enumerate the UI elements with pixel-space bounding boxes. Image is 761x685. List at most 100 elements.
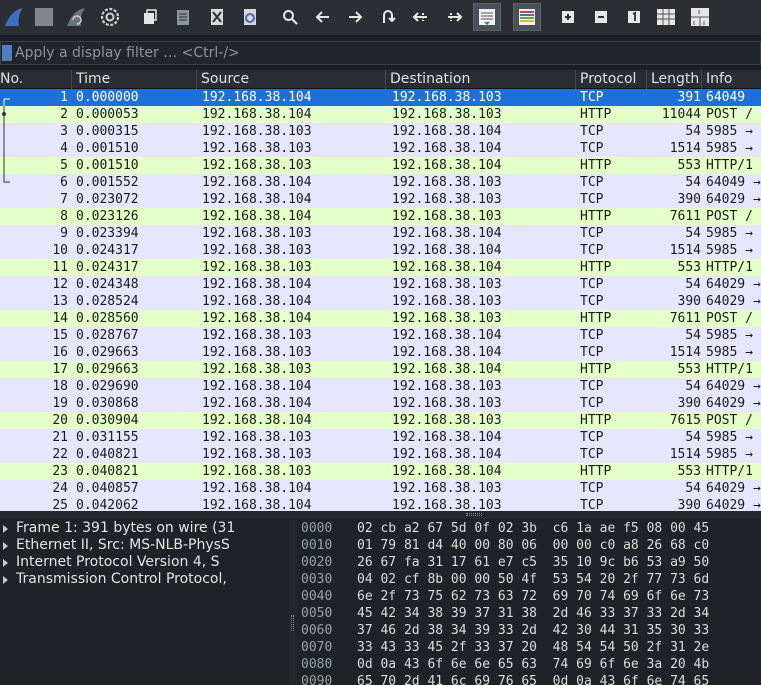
packet-row[interactable]: 14 0.028560 192.168.38.104 192.168.38.103 HT… (0, 310, 761, 327)
column-header-source[interactable]: Source (197, 70, 386, 89)
packet-row[interactable]: 17 0.029663 192.168.38.103 192.168.38.104 HT… (0, 361, 761, 378)
display-filter-bar (0, 41, 761, 65)
find-packet-search-icon[interactable] (276, 3, 304, 31)
go-forward-arrow-icon[interactable] (341, 3, 369, 31)
packet-bytes-layout-icon[interactable] (686, 3, 714, 31)
packet-row[interactable]: 20 0.030904 192.168.38.104 192.168.38.103 HT… (0, 412, 761, 429)
column-header-time[interactable]: Time (72, 70, 197, 89)
packet-row[interactable]: 22 0.040821 192.168.38.103 192.168.38.104 TC… (0, 446, 761, 463)
packet-bytes-pane: 0000 02 cb a2 67 5d 0f 02 3b c6 1a ae f5 … (297, 520, 761, 685)
bytes-hex[interactable]: 6e 2f 73 75 62 73 63 72 69 70 74 69 6f 6… (357, 588, 709, 605)
packet-no: 16 (52, 345, 68, 360)
detail-tree-item[interactable]: Frame 1: 391 bytes on wire (31 (0, 520, 289, 537)
normal-size-icon[interactable] (620, 3, 648, 31)
bytes-hex[interactable]: 02 cb a2 67 5d 0f 02 3b c6 1a ae f5 08 0… (357, 520, 709, 537)
detail-tree-item[interactable]: Transmission Control Protocol, (0, 571, 289, 588)
last-packet-icon[interactable] (440, 3, 468, 31)
packet-info: POST / (706, 413, 753, 428)
go-to-packet-icon[interactable] (374, 3, 402, 31)
expand-arrow-icon[interactable] (3, 542, 8, 550)
detail-tree-item[interactable]: Ethernet II, Src: MS-NLB-PhysS (0, 537, 289, 554)
bytes-hex[interactable]: 04 02 cf 8b 00 00 50 4f 53 54 20 2f 77 7… (357, 571, 709, 588)
packet-row[interactable]: 7 0.023072 192.168.38.104 192.168.38.103 TCP… (0, 191, 761, 208)
bookmark-filter-icon[interactable] (2, 45, 12, 61)
packet-destination: 192.168.38.103 (392, 396, 502, 411)
packet-length: 553 (677, 362, 701, 377)
bytes-row: 0070 33 43 33 45 2f 33 37 20 48 54 54 50 … (297, 639, 761, 656)
open-file-icon[interactable] (136, 3, 164, 31)
packet-row[interactable]: 23 0.040821 192.168.38.103 192.168.38.104 HT… (0, 463, 761, 480)
zoom-in-icon[interactable] (554, 3, 582, 31)
bytes-hex[interactable]: 65 70 2d 41 6c 69 76 65 0d 0a 43 6f 6e 7… (357, 673, 709, 685)
conversation-bracket-icon (3, 157, 5, 174)
display-filter-input[interactable] (15, 43, 755, 63)
packet-row[interactable]: 5 0.001510 192.168.38.103 192.168.38.104 HTT… (0, 157, 761, 174)
packet-no: 13 (52, 294, 68, 309)
packet-row[interactable]: 15 0.028767 192.168.38.103 192.168.38.104 TC… (0, 327, 761, 344)
packet-row[interactable]: 2 0.000053 192.168.38.104 192.168.38.103 HTT… (0, 106, 761, 123)
detail-tree-item[interactable]: Internet Protocol Version 4, S (0, 554, 289, 571)
zoom-out-icon[interactable] (587, 3, 615, 31)
expand-arrow-icon[interactable] (3, 576, 8, 584)
packet-row[interactable]: 11 0.024317 192.168.38.103 192.168.38.104 HT… (0, 259, 761, 276)
stop-capture-icon[interactable] (30, 3, 58, 31)
detail-label: Frame 1: 391 bytes on wire (31 (16, 520, 236, 536)
bytes-hex[interactable]: 01 79 81 d4 40 00 80 06 00 00 c0 a8 26 6… (357, 537, 709, 554)
packet-length: 390 (677, 498, 701, 511)
go-back-arrow-icon[interactable] (309, 3, 337, 31)
packet-row[interactable]: 1 0.000000 192.168.38.104 192.168.38.103 TCP… (0, 89, 761, 106)
column-header-protocol[interactable]: Protocol (576, 70, 647, 89)
packet-row[interactable]: 6 0.001552 192.168.38.104 192.168.38.103 TCP… (0, 174, 761, 191)
first-packet-icon[interactable] (407, 3, 435, 31)
packet-row[interactable]: 24 0.040857 192.168.38.104 192.168.38.103 TC… (0, 480, 761, 497)
auto-scroll-icon[interactable] (473, 3, 501, 31)
column-header-destination[interactable]: Destination (386, 70, 576, 89)
packet-row[interactable]: 21 0.031155 192.168.38.103 192.168.38.104 TC… (0, 429, 761, 446)
packet-time: 0.023072 (76, 192, 139, 207)
packet-no: 9 (60, 226, 68, 241)
colorize-list-icon[interactable] (513, 3, 541, 31)
capture-options-gear-icon[interactable] (96, 3, 124, 31)
packet-time: 0.024348 (76, 277, 139, 292)
reload-file-icon[interactable] (236, 3, 264, 31)
packet-row[interactable]: 19 0.030868 192.168.38.104 192.168.38.103 TC… (0, 395, 761, 412)
packet-row[interactable]: 13 0.028524 192.168.38.104 192.168.38.103 TC… (0, 293, 761, 310)
expand-arrow-icon[interactable] (3, 525, 8, 533)
packet-row[interactable]: 9 0.023394 192.168.38.103 192.168.38.104 TCP… (0, 225, 761, 242)
save-file-icon[interactable] (169, 3, 197, 31)
start-capture-fin-icon[interactable] (0, 3, 28, 31)
bytes-offset: 0070 (301, 640, 333, 655)
packet-protocol: TCP (580, 90, 604, 105)
packet-protocol: TCP (580, 396, 604, 411)
packet-source: 192.168.38.103 (202, 260, 312, 275)
horizontal-splitter[interactable] (0, 511, 761, 519)
packet-no: 22 (52, 447, 68, 462)
column-header-no[interactable]: No. (0, 70, 72, 89)
vertical-splitter[interactable] (289, 520, 297, 685)
packet-row[interactable]: 10 0.024317 192.168.38.103 192.168.38.104 TC… (0, 242, 761, 259)
packet-info: 5985 → (706, 447, 753, 462)
bytes-hex[interactable]: 37 46 2d 38 34 39 33 2d 42 30 44 31 35 3… (357, 622, 709, 639)
packet-protocol: TCP (580, 175, 604, 190)
bytes-hex[interactable]: 0d 0a 43 6f 6e 6e 65 63 74 69 6f 6e 3a 2… (357, 656, 709, 673)
column-header-length[interactable]: Length (647, 70, 702, 89)
packet-row[interactable]: 3 0.000315 192.168.38.103 192.168.38.104 TCP… (0, 123, 761, 140)
packet-length: 553 (677, 260, 701, 275)
packet-length: 390 (677, 396, 701, 411)
close-file-icon[interactable] (203, 3, 231, 31)
packet-row[interactable]: 18 0.029690 192.168.38.104 192.168.38.103 TC… (0, 378, 761, 395)
bytes-hex[interactable]: 33 43 33 45 2f 33 37 20 48 54 54 50 2f 3… (357, 639, 709, 656)
expand-arrow-icon[interactable] (3, 559, 8, 567)
packet-row[interactable]: 12 0.024348 192.168.38.104 192.168.38.103 TC… (0, 276, 761, 293)
column-header-info[interactable]: Info (702, 70, 761, 89)
bytes-hex[interactable]: 26 67 fa 31 17 61 e7 c5 35 10 9c b6 53 a… (357, 554, 709, 571)
packet-row[interactable]: 25 0.042062 192.168.38.104 192.168.38.103 TC… (0, 497, 761, 511)
packet-destination: 192.168.38.103 (392, 192, 502, 207)
packet-row[interactable]: 16 0.029663 192.168.38.103 192.168.38.104 TC… (0, 344, 761, 361)
resize-columns-icon[interactable] (652, 3, 680, 31)
packet-length: 1514 (669, 141, 701, 156)
packet-row[interactable]: 4 0.001510 192.168.38.103 192.168.38.104 TCP… (0, 140, 761, 157)
bytes-hex[interactable]: 45 42 34 38 39 37 31 38 2d 46 33 37 33 2… (357, 605, 709, 622)
packet-row[interactable]: 8 0.023126 192.168.38.104 192.168.38.103 HTT… (0, 208, 761, 225)
restart-capture-icon[interactable] (62, 3, 90, 31)
